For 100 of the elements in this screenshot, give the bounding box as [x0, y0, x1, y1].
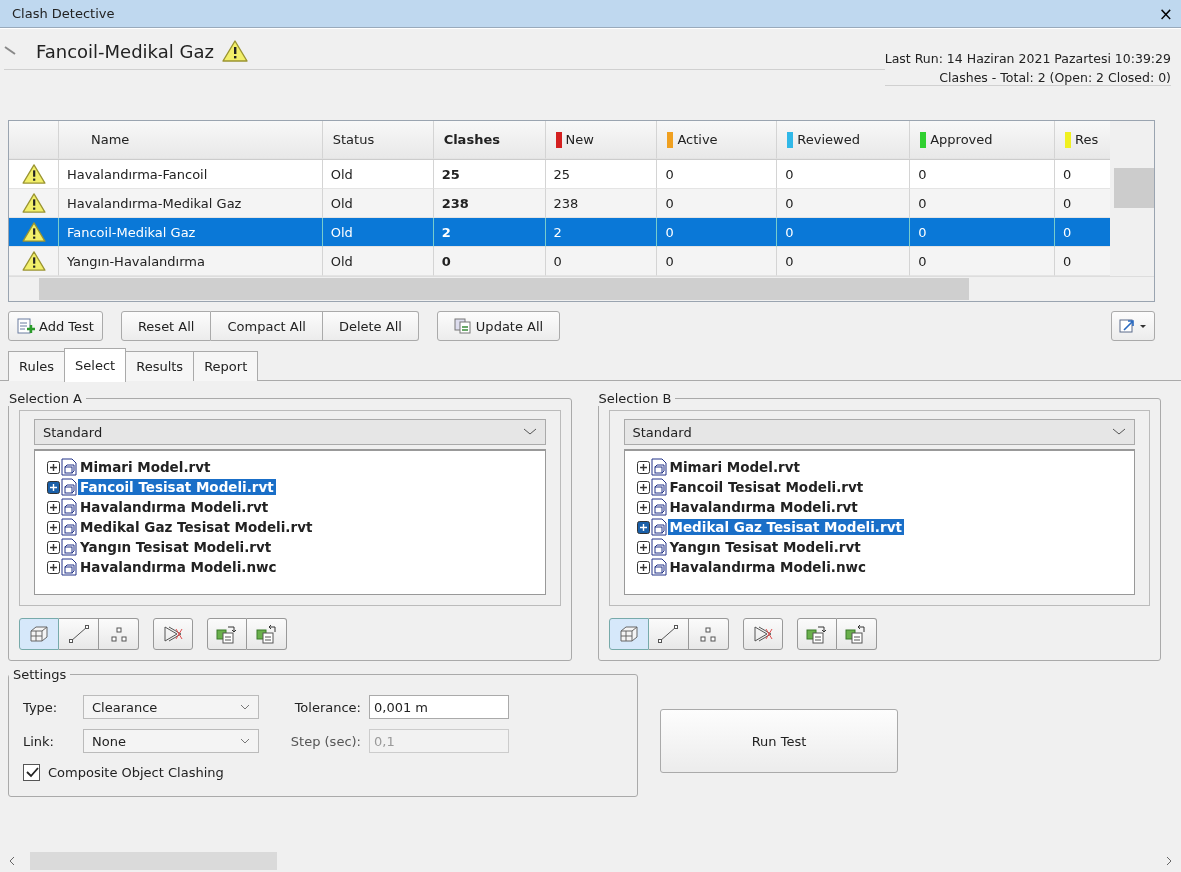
surface-mode-button[interactable]	[608, 618, 649, 650]
chevron-icon	[240, 738, 250, 744]
use-mode-button[interactable]	[796, 618, 837, 650]
refresh-icon	[453, 318, 472, 334]
column-header[interactable]: Approved	[910, 121, 1056, 159]
export-button[interactable]	[1111, 311, 1155, 341]
expand-icon[interactable]	[636, 560, 650, 574]
file-icon	[61, 458, 77, 476]
tree-item[interactable]: Havalandırma Modeli.nwc	[78, 559, 279, 575]
tree-item[interactable]: Yangın Tesisat Modeli.rvt	[78, 539, 274, 555]
self-mode-button[interactable]	[153, 618, 193, 650]
dropdown[interactable]: Standard	[34, 419, 546, 445]
file-icon	[61, 558, 77, 576]
scroll-left-icon[interactable]	[8, 856, 16, 866]
tab[interactable]: Rules	[8, 351, 66, 381]
expand-icon[interactable]	[47, 540, 60, 554]
scroll-right-icon[interactable]	[1165, 856, 1173, 866]
dropdown[interactable]: Standard	[623, 419, 1135, 445]
group-title: Selection B	[597, 391, 673, 406]
expand-icon[interactable]	[47, 500, 60, 514]
file-icon	[61, 538, 77, 556]
chevron-icon	[240, 704, 250, 710]
save-mode-button[interactable]	[247, 618, 287, 650]
tab[interactable]: Report	[193, 351, 259, 381]
field-label: Tolerance:	[293, 699, 362, 715]
file-icon	[61, 478, 77, 496]
toolbar-button[interactable]: Update All	[436, 311, 561, 341]
link-dropdown[interactable]: None	[83, 729, 259, 753]
expand-icon[interactable]	[636, 540, 650, 554]
tree-item[interactable]: Yangın Tesisat Modeli.rvt	[667, 539, 863, 555]
tree-item[interactable]: Havalandırma Modeli.rvt	[78, 499, 271, 515]
tree-item[interactable]: Medikal Gaz Tesisat Modeli.rvt	[78, 519, 315, 535]
box-icon	[617, 624, 640, 644]
toolbar-button[interactable]: Delete All	[322, 311, 419, 341]
surface-mode-button[interactable]	[19, 618, 59, 650]
file-icon	[650, 458, 667, 476]
file-icon	[61, 518, 77, 536]
column-header[interactable]: Active	[657, 121, 778, 159]
horizontal-scrollbar[interactable]	[9, 276, 1154, 301]
expand-icon[interactable]	[47, 460, 60, 474]
column-header[interactable]: Res	[1055, 121, 1110, 159]
column-header[interactable]: Reviewed	[777, 121, 911, 159]
chevron-icon	[522, 428, 537, 436]
last-run-text: Last Run: 14 Haziran 2021 Pazartesi 10:39:29	[884, 51, 1171, 66]
tree-item[interactable]: Mimari Model.rvt	[78, 459, 213, 475]
tolerance-field[interactable]: 0,001 m	[369, 695, 509, 719]
tree-item[interactable]: Fancoil Tesisat Modeli.rvt	[667, 479, 866, 495]
expand-icon[interactable]	[636, 480, 650, 494]
toolbar-button[interactable]: Add Test	[8, 311, 103, 341]
close-button[interactable]: ×	[1158, 3, 1173, 24]
checkbox-label: Composite Object Clashing	[48, 764, 224, 780]
vertical-scrollbar[interactable]	[1110, 121, 1154, 276]
points-mode-button[interactable]	[688, 618, 729, 650]
column-header[interactable]: New	[545, 121, 658, 159]
tree-item[interactable]: Medikal Gaz Tesisat Modeli.rvt	[667, 519, 904, 535]
file-icon	[61, 498, 77, 516]
tab[interactable]: Select	[64, 348, 127, 382]
line-mode-button[interactable]	[648, 618, 689, 650]
tab[interactable]: Results	[125, 351, 195, 381]
export-icon	[845, 624, 867, 644]
arrows-icon	[162, 624, 184, 644]
column-header[interactable]: Status	[322, 121, 434, 159]
export-icon	[1118, 318, 1148, 334]
column-header[interactable]: Clashes	[433, 121, 546, 159]
pin-icon[interactable]	[4, 46, 16, 56]
expand-icon[interactable]	[636, 500, 650, 514]
tree-item[interactable]: Havalandırma Modeli.rvt	[667, 499, 860, 515]
expand-icon[interactable]	[47, 480, 60, 494]
points-mode-button[interactable]	[99, 618, 139, 650]
line-icon	[657, 624, 679, 644]
table-row[interactable]: Fancoil-Medikal Gaz Old 2 2 0 0 0 0	[9, 218, 1110, 247]
table-row[interactable]: Yangın-Havalandırma Old 0 0 0 0 0 0	[9, 247, 1110, 276]
toolbar-button[interactable]: Compact All	[211, 311, 323, 341]
test-name: Fancoil-Medikal Gaz	[36, 40, 214, 62]
expand-icon[interactable]	[47, 520, 60, 534]
tree-item[interactable]: Mimari Model.rvt	[667, 459, 802, 475]
warning-icon	[221, 40, 248, 62]
export-icon	[255, 624, 278, 644]
type-dropdown[interactable]: Clearance	[83, 695, 259, 719]
expand-icon[interactable]	[636, 520, 650, 534]
clash-summary: Clashes - Total: 2 (Open: 2 Closed: 0)	[939, 70, 1171, 85]
add-icon	[17, 318, 35, 334]
line-icon	[67, 624, 90, 644]
line-mode-button[interactable]	[59, 618, 99, 650]
use-mode-button[interactable]	[207, 618, 247, 650]
tree-item[interactable]: Havalandırma Modeli.nwc	[667, 559, 868, 575]
file-icon	[650, 538, 667, 556]
tree-item[interactable]: Fancoil Tesisat Modeli.rvt	[78, 479, 276, 495]
self-mode-button[interactable]	[742, 618, 783, 650]
table-row[interactable]: Havalandırma-Medikal Gaz Old 238 238 0 0 0 0	[9, 189, 1110, 218]
toolbar-button[interactable]: Reset All	[120, 311, 212, 341]
save-mode-button[interactable]	[836, 618, 877, 650]
run-test-button[interactable]: Run Test	[660, 709, 898, 773]
box-icon	[28, 624, 50, 644]
checkbox[interactable]	[23, 763, 40, 781]
field-label: Step (sec):	[289, 733, 362, 749]
import-icon	[805, 624, 828, 644]
column-header[interactable]: Name	[58, 121, 323, 159]
expand-icon[interactable]	[636, 460, 650, 474]
expand-icon[interactable]	[47, 560, 60, 574]
